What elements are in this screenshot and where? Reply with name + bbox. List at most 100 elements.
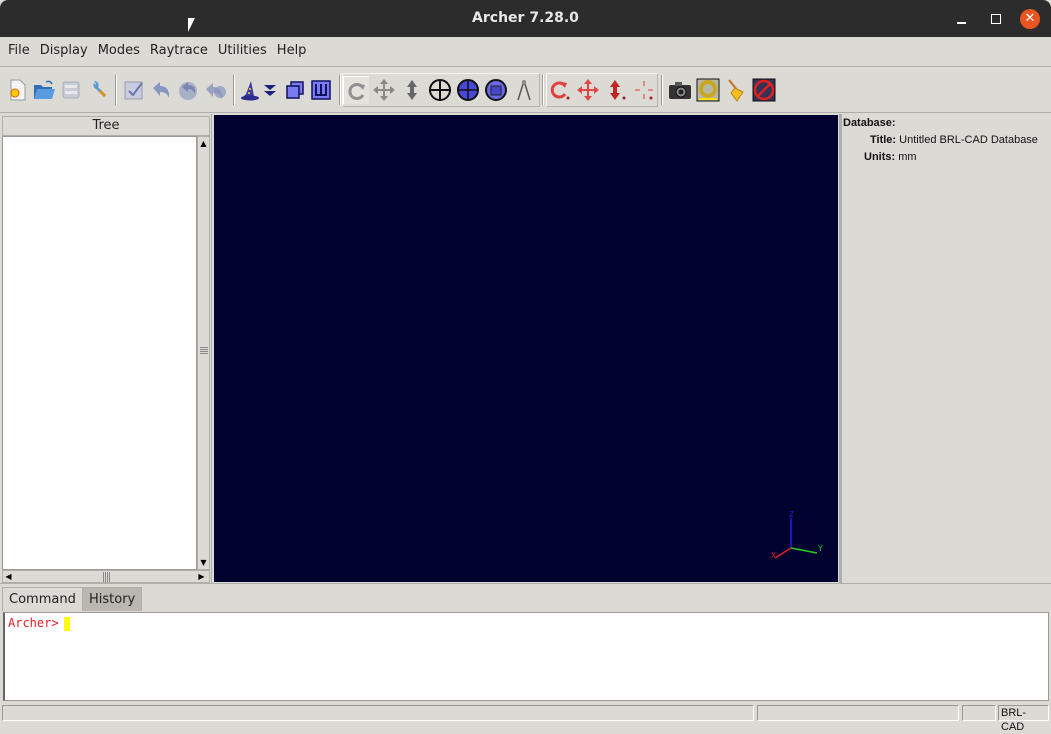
revert-button[interactable] <box>148 76 174 104</box>
preferences-button[interactable] <box>86 76 112 104</box>
menu-display[interactable]: Display <box>35 37 93 66</box>
toolbar <box>0 68 1051 113</box>
create-region-button[interactable] <box>308 76 334 104</box>
z-axis-label: Z <box>789 510 794 519</box>
scroll-down-icon[interactable]: ▼ <box>198 557 209 568</box>
framebuffer-off-button[interactable] <box>751 76 777 104</box>
framebuffer-icon <box>696 78 720 102</box>
object-move-icon <box>577 79 599 101</box>
wizard-menu-button[interactable] <box>261 76 279 104</box>
global-undo-icon <box>179 82 197 100</box>
compass-icon <box>517 80 531 101</box>
open-folder-icon <box>34 80 55 99</box>
tab-command[interactable]: Command <box>2 587 83 611</box>
maximize-button[interactable] <box>986 9 1006 29</box>
object-rotate-icon <box>550 81 570 100</box>
camera-icon <box>669 82 691 99</box>
scroll-right-icon[interactable]: ▶ <box>196 571 207 582</box>
translate-view-button[interactable] <box>371 76 397 104</box>
wizard-hat-icon <box>241 81 259 101</box>
center-view-button[interactable] <box>427 76 453 104</box>
title-bar: Archer 7.28.0 ✕ <box>0 0 1051 37</box>
checkmark-icon <box>124 81 143 100</box>
database-section-label: Database: <box>843 117 896 129</box>
tree-vertical-scrollbar[interactable]: ▲ ▼ <box>197 136 210 570</box>
menu-utilities[interactable]: Utilities <box>213 37 272 66</box>
redo-icon <box>206 83 226 99</box>
object-rotate-button[interactable] <box>547 76 573 104</box>
component-select-icon <box>457 79 479 101</box>
menu-raytrace[interactable]: Raytrace <box>145 37 213 66</box>
crosshair-icon <box>429 79 451 101</box>
y-axis-label: Y <box>818 544 823 553</box>
global-undo-button[interactable] <box>175 76 201 104</box>
undo-icon <box>153 82 170 98</box>
commit-button[interactable] <box>121 76 147 104</box>
scale-view-button[interactable] <box>399 76 425 104</box>
measure-pick-button[interactable] <box>483 76 509 104</box>
tree-header[interactable]: Tree <box>2 116 210 136</box>
measure-tool-button[interactable] <box>511 76 537 104</box>
status-progress <box>757 705 959 721</box>
new-database-button[interactable] <box>4 76 30 104</box>
close-button[interactable]: ✕ <box>1020 9 1040 29</box>
object-scale-icon <box>610 80 626 100</box>
save-icon <box>62 81 80 99</box>
view-axes: Z X Y <box>771 510 823 560</box>
object-center-button[interactable] <box>631 76 657 104</box>
toolbar-separator <box>542 75 544 105</box>
command-console[interactable]: Archer> <box>3 612 1049 701</box>
console-area: Command History Archer> <box>0 583 1051 703</box>
units-label: Units: <box>864 151 896 163</box>
tree-panel: Tree ▲ ▼ ◀ ▶ <box>0 114 212 583</box>
tab-history[interactable]: History <box>82 587 143 611</box>
raytrace-framebuffer-button[interactable] <box>695 76 721 104</box>
toolbar-separator <box>661 75 663 105</box>
mouse-cursor-icon <box>188 18 195 32</box>
menu-bar: File Display Modes Raytrace Utilities He… <box>0 37 1051 67</box>
scroll-grip[interactable] <box>200 347 208 355</box>
open-database-button[interactable] <box>31 76 57 104</box>
title-value: Untitled BRL-CAD Database <box>899 134 1038 146</box>
menu-modes[interactable]: Modes <box>93 37 145 66</box>
database-info-panel: Database: Title: Untitled BRL-CAD Databa… <box>839 114 1051 583</box>
tree-horizontal-scrollbar[interactable]: ◀ ▶ <box>2 570 210 583</box>
scroll-up-icon[interactable]: ▲ <box>198 138 209 149</box>
scroll-grip[interactable] <box>103 572 111 582</box>
minimize-button[interactable] <box>952 9 972 29</box>
redo-button[interactable] <box>203 76 229 104</box>
wrench-icon <box>93 80 107 98</box>
rotate-view-button[interactable] <box>343 76 369 104</box>
raytrace-button[interactable] <box>667 76 693 104</box>
clear-framebuffer-button[interactable] <box>723 76 749 104</box>
combination-icon <box>286 81 304 99</box>
create-combination-button[interactable] <box>282 76 308 104</box>
wizard-button[interactable] <box>237 76 263 104</box>
save-database-button[interactable] <box>58 76 84 104</box>
toolbar-separator <box>233 75 235 105</box>
measure-select-icon <box>485 79 507 101</box>
scale-icon <box>407 80 417 100</box>
object-scale-button[interactable] <box>603 76 629 104</box>
title-row: Title: Untitled BRL-CAD Database <box>870 134 1038 146</box>
toolbar-separator <box>115 75 117 105</box>
scroll-left-icon[interactable]: ◀ <box>3 571 14 582</box>
command-prompt: Archer> <box>8 616 59 630</box>
status-bar: BRL-CAD <box>0 703 1051 733</box>
tree-view[interactable] <box>2 136 197 570</box>
menu-help[interactable]: Help <box>272 37 312 66</box>
double-chevron-down-icon <box>264 85 276 96</box>
units-row: Units: mm <box>864 151 917 163</box>
object-translate-button[interactable] <box>575 76 601 104</box>
graphics-viewport[interactable]: Z X Y <box>214 115 838 582</box>
x-axis <box>774 547 792 559</box>
status-extra <box>962 705 996 721</box>
text-cursor <box>64 617 70 631</box>
x-axis-label: X <box>771 551 776 560</box>
object-center-icon <box>635 81 653 100</box>
rotate-icon <box>348 82 365 100</box>
component-pick-button[interactable] <box>455 76 481 104</box>
units-value: mm <box>898 151 917 163</box>
menu-file[interactable]: File <box>3 37 35 66</box>
status-brand: BRL-CAD <box>998 705 1049 733</box>
